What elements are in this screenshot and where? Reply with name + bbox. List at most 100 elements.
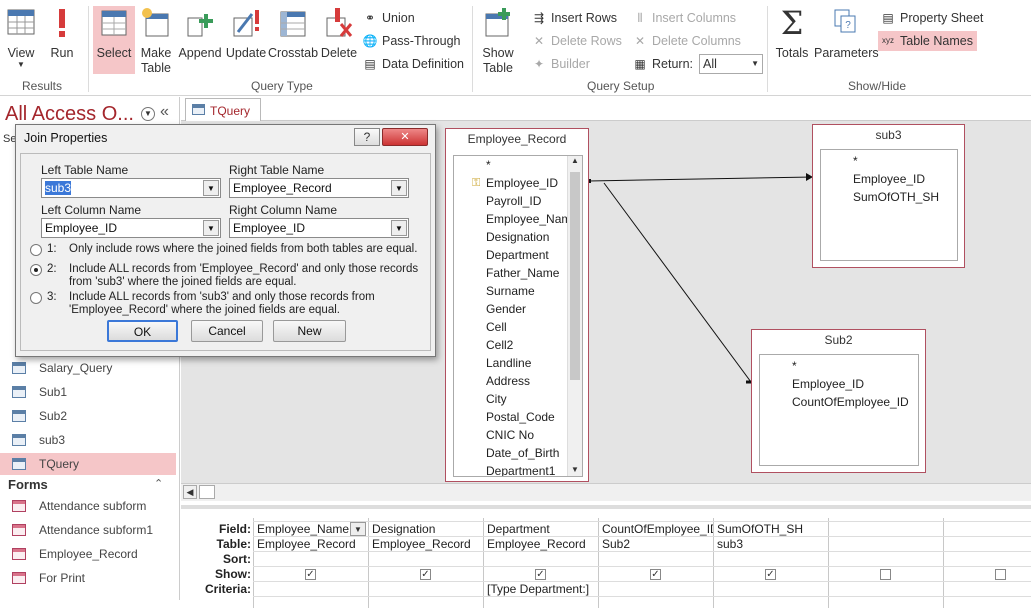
update-button[interactable]: Update (224, 6, 268, 66)
parameters-button[interactable]: ? Parameters (814, 6, 879, 66)
grid-criteria-cell[interactable] (253, 582, 368, 597)
grid-table-cell[interactable] (943, 537, 1031, 552)
view-button[interactable]: View ▼ (3, 6, 39, 76)
table-field[interactable]: Employee_ID (821, 170, 957, 188)
nav-query-item[interactable]: Sub2 (0, 405, 176, 427)
chevron-down-icon[interactable]: ▼ (391, 220, 407, 236)
grid-field-dropdown-icon[interactable]: ▼ (350, 522, 366, 536)
right-column-select[interactable]: Employee_ID ▼ (229, 218, 409, 238)
grid-sort-cell[interactable] (943, 552, 1031, 567)
show-checkbox[interactable]: ✓ (305, 569, 316, 580)
table-field[interactable]: City (454, 390, 582, 408)
select-query-button[interactable]: Select (93, 6, 135, 74)
append-button[interactable]: Append (178, 6, 222, 66)
table-field[interactable]: Postal_Code (454, 408, 582, 426)
table-field[interactable]: Address (454, 372, 582, 390)
design-horizontal-scrollbar[interactable]: ◀ (181, 483, 1031, 501)
join-option-text[interactable]: Only include rows where the joined field… (69, 243, 424, 256)
grid-table-cell[interactable]: Sub2 (598, 537, 713, 552)
grid-field-cell[interactable]: Department (483, 522, 598, 537)
grid-table-cell[interactable]: Employee_Record (483, 537, 598, 552)
grid-field-cell[interactable] (828, 522, 943, 537)
show-checkbox[interactable]: ✓ (650, 569, 661, 580)
table-field[interactable]: SumOfOTH_SH (821, 188, 957, 206)
grid-table-cell[interactable]: Employee_Record (368, 537, 483, 552)
grid-criteria-cell[interactable] (368, 582, 483, 597)
grid-criteria-cell[interactable]: [Type Department:] (483, 582, 598, 597)
collapse-section-icon[interactable]: ⌃ (154, 477, 163, 490)
field-list-scrollbar[interactable]: ▲ ▼ (567, 156, 582, 476)
table-field[interactable]: Employee_ID (760, 375, 918, 393)
grid-sort-cell[interactable] (828, 552, 943, 567)
help-button[interactable]: ? (354, 128, 380, 146)
table-field[interactable]: Department1 (454, 462, 582, 476)
table-field[interactable]: Date_of_Birth (454, 444, 582, 462)
join-option-radio[interactable] (30, 244, 42, 256)
show-checkbox[interactable] (880, 569, 891, 580)
table-field[interactable]: Father_Name (454, 264, 582, 282)
insert-rows-button[interactable]: ⇶ Insert Rows (531, 8, 617, 28)
join-option-text[interactable]: Include ALL records from 'sub3' and only… (69, 291, 424, 317)
data-definition-button[interactable]: ▤ Data Definition (362, 54, 464, 74)
return-select[interactable]: All ▼ (699, 54, 763, 74)
nav-form-item[interactable]: Attendance subform1 (0, 519, 176, 541)
join-option-text[interactable]: Include ALL records from 'Employee_Recor… (69, 263, 424, 289)
scroll-up-icon[interactable]: ▲ (568, 156, 582, 165)
insert-columns-button[interactable]: ⫴ Insert Columns (632, 8, 736, 28)
nav-query-item[interactable]: TQuery (0, 453, 176, 475)
nav-menu-dropdown-icon[interactable]: ▼ (141, 107, 155, 121)
grid-criteria-cell[interactable] (598, 582, 713, 597)
nav-form-item[interactable]: Employee_Record (0, 543, 176, 565)
grid-table-cell[interactable]: sub3 (713, 537, 828, 552)
table-field[interactable]: Surname (454, 282, 582, 300)
pass-through-button[interactable]: 🌐 Pass-Through (362, 31, 461, 51)
join-option-radio[interactable] (30, 264, 42, 276)
nav-form-item[interactable]: Attendance subform (0, 495, 176, 517)
table-field[interactable]: Cell (454, 318, 582, 336)
join-line-sub3[interactable] (588, 176, 814, 182)
table-field[interactable]: CountOfEmployee_ID (760, 393, 918, 411)
table-field[interactable]: Employee_Name (454, 210, 582, 228)
grid-criteria-cell[interactable] (713, 582, 828, 597)
totals-button[interactable]: Σ Totals (773, 4, 811, 66)
view-dropdown-icon[interactable]: ▼ (3, 61, 39, 69)
chevron-down-icon[interactable]: ▼ (203, 220, 219, 236)
left-table-select[interactable]: sub3 ▼ (41, 178, 221, 198)
table-field[interactable]: * (821, 152, 957, 170)
grid-table-cell[interactable] (828, 537, 943, 552)
table-field[interactable]: * (454, 156, 582, 174)
table-names-button[interactable]: xyz Table Names (878, 31, 977, 51)
property-sheet-button[interactable]: ▤ Property Sheet (880, 8, 983, 28)
grid-sort-cell[interactable] (598, 552, 713, 567)
grid-criteria-cell[interactable] (943, 582, 1031, 597)
grid-field-cell[interactable] (943, 522, 1031, 537)
nav-query-item[interactable]: sub3 (0, 429, 176, 451)
table-field[interactable]: Department (454, 246, 582, 264)
nav-query-item[interactable]: Salary_Query (0, 357, 176, 379)
show-checkbox[interactable]: ✓ (535, 569, 546, 580)
join-option-radio[interactable] (30, 292, 42, 304)
sub2-table[interactable]: Sub2 * Employee_ID CountOfEmployee_ID (751, 329, 926, 473)
nav-query-item[interactable]: Sub1 (0, 381, 176, 403)
chevron-down-icon[interactable]: ▼ (391, 180, 407, 196)
table-field[interactable]: ⚿ Employee_ID (454, 174, 582, 192)
grid-sort-cell[interactable] (713, 552, 828, 567)
table-field[interactable]: Cell2 (454, 336, 582, 354)
grid-sort-cell[interactable] (483, 552, 598, 567)
nav-pane-title[interactable]: All Access O... (5, 103, 134, 126)
run-button[interactable]: Run (45, 6, 79, 66)
grid-sort-cell[interactable] (253, 552, 368, 567)
tab-tquery[interactable]: TQuery (185, 98, 261, 122)
grid-field-cell[interactable]: CountOfEmployee_ID (598, 522, 713, 537)
builder-button[interactable]: ✦ Builder (531, 54, 590, 74)
grid-field-cell[interactable]: SumOfOTH_SH (713, 522, 828, 537)
show-checkbox[interactable]: ✓ (765, 569, 776, 580)
forms-section-header[interactable]: Forms (8, 477, 48, 492)
nav-form-item[interactable]: For Print (0, 567, 176, 589)
cancel-button[interactable]: Cancel (191, 320, 263, 342)
table-field[interactable]: Gender (454, 300, 582, 318)
delete-query-button[interactable]: Delete (318, 6, 360, 66)
show-checkbox[interactable]: ✓ (420, 569, 431, 580)
new-button[interactable]: New (273, 320, 346, 342)
show-checkbox[interactable] (995, 569, 1006, 580)
